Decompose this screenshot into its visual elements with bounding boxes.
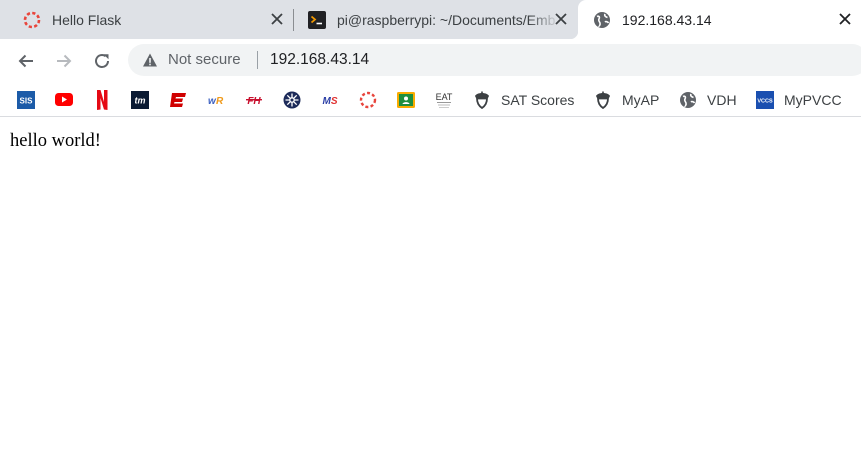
bookmark-espn[interactable] — [169, 90, 187, 110]
bookmark-sat-scores[interactable]: SAT Scores — [473, 90, 574, 110]
bookmark-wr[interactable]: wR — [207, 90, 225, 110]
page-body-text: hello world! — [10, 131, 101, 151]
browser-toolbar: Not secure 192.168.43.14 — [0, 39, 861, 83]
page-viewport: hello world! — [0, 118, 861, 465]
kubernetes-icon — [283, 91, 301, 109]
close-tab-icon[interactable] — [553, 11, 569, 27]
bookmark-kubernetes[interactable] — [283, 90, 301, 110]
bookmarks-bar: SIS tm wR FH MS EAT SAT Scores MyAP VDH … — [0, 83, 861, 117]
tab-terminal[interactable]: pi@raspberrypi: ~/Documents/Emb — [294, 0, 577, 39]
fh-icon: FH — [245, 91, 263, 109]
globe-icon — [592, 10, 612, 30]
svg-text:R: R — [216, 96, 224, 107]
wr-icon: wR — [207, 91, 225, 109]
eat-icon: EAT — [435, 91, 453, 109]
vccs-icon: VCCS — [756, 91, 774, 109]
bookmark-tm[interactable]: tm — [131, 90, 149, 110]
bookmark-label: VDH — [707, 92, 737, 108]
back-arrow-icon[interactable] — [14, 49, 38, 73]
bookmark-label: MyAP — [622, 92, 660, 108]
bookmark-netflix[interactable] — [93, 90, 111, 110]
forward-arrow-icon[interactable] — [52, 49, 76, 73]
security-label[interactable]: Not secure — [168, 51, 241, 68]
reload-icon[interactable] — [90, 49, 114, 73]
bookmark-ms[interactable]: MS — [321, 90, 339, 110]
bookmark-eat[interactable]: EAT — [435, 90, 453, 110]
bookmark-myap[interactable]: MyAP — [594, 90, 659, 110]
close-tab-icon[interactable] — [269, 11, 285, 27]
red-ring-icon — [22, 10, 42, 30]
red-ring-icon — [359, 91, 377, 109]
close-tab-icon[interactable] — [837, 11, 853, 27]
bookmark-youtube[interactable] — [55, 90, 73, 110]
address-bar[interactable]: Not secure 192.168.43.14 — [128, 44, 861, 76]
bookmark-vdh[interactable]: VDH — [679, 90, 737, 110]
espn-icon — [169, 91, 187, 109]
tm-icon: tm — [131, 91, 149, 109]
svg-text:EAT: EAT — [436, 92, 453, 102]
acorn-icon — [473, 91, 491, 109]
classroom-icon — [397, 91, 415, 109]
bookmark-fh[interactable]: FH — [245, 90, 263, 110]
tab-active-ip[interactable]: 192.168.43.14 — [570, 0, 861, 39]
tab-hello-flask[interactable]: Hello Flask — [0, 0, 293, 39]
url-text[interactable]: 192.168.43.14 — [270, 51, 369, 69]
ms-icon: MS — [321, 91, 339, 109]
youtube-icon — [55, 91, 73, 109]
omnibox-divider — [257, 51, 258, 69]
terminal-icon — [307, 10, 327, 30]
bookmark-classroom[interactable] — [397, 90, 415, 110]
tab-title: 192.168.43.14 — [622, 11, 712, 28]
bookmark-label: SAT Scores — [501, 92, 575, 108]
svg-text:FH: FH — [247, 96, 261, 107]
sis-icon: SIS — [17, 91, 35, 109]
warning-icon[interactable] — [142, 52, 158, 68]
tab-title: Hello Flask — [52, 11, 122, 28]
bookmark-red-ring[interactable] — [359, 90, 377, 110]
bookmark-sis[interactable]: SIS — [17, 90, 35, 110]
netflix-icon — [93, 90, 111, 110]
svg-text:VCCS: VCCS — [757, 99, 773, 105]
acorn-icon — [594, 91, 612, 109]
svg-text:tm: tm — [135, 96, 146, 106]
svg-text:SIS: SIS — [20, 97, 34, 106]
globe-icon — [679, 91, 697, 109]
tab-title: pi@raspberrypi: ~/Documents/Emb — [337, 11, 556, 28]
svg-text:MS: MS — [322, 96, 337, 107]
bookmark-mypvcc[interactable]: VCCS MyPVCC — [756, 90, 842, 110]
tab-strip: Hello Flask pi@raspberrypi: ~/Documents/… — [0, 0, 861, 39]
bookmark-label: MyPVCC — [784, 92, 842, 108]
